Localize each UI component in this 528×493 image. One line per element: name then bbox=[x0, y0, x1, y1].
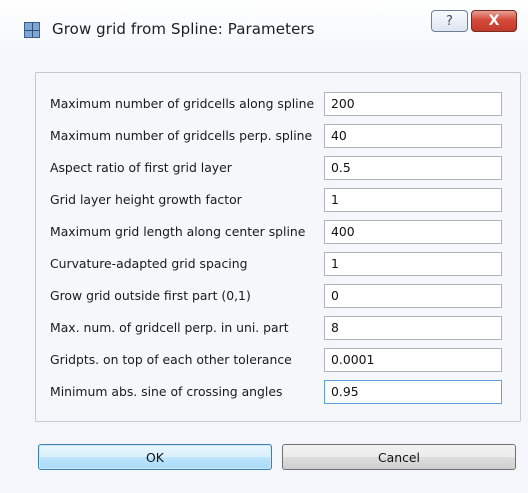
param-row: Grow grid outside first part (0,1) 0 bbox=[36, 283, 522, 311]
param-label: Curvature-adapted grid spacing bbox=[50, 256, 248, 271]
param-label: Aspect ratio of first grid layer bbox=[50, 160, 232, 175]
param-input[interactable]: 40 bbox=[324, 124, 502, 148]
param-label: Maximum number of gridcells along spline bbox=[50, 96, 315, 111]
param-label: Max. num. of gridcell perp. in uni. part bbox=[50, 320, 289, 335]
param-row: Gridpts. on top of each other tolerance … bbox=[36, 347, 522, 375]
param-row: Maximum number of gridcells perp. spline… bbox=[36, 123, 522, 151]
param-row: Grid layer height growth factor 1 bbox=[36, 187, 522, 215]
param-input[interactable]: 0.5 bbox=[324, 156, 502, 180]
param-input[interactable]: 200 bbox=[324, 92, 502, 116]
dialog-content: Maximum number of gridcells along spline… bbox=[12, 58, 521, 478]
cancel-button[interactable]: Cancel bbox=[282, 444, 516, 470]
dialog-window: Grow grid from Spline: Parameters ? X Ma… bbox=[0, 0, 528, 493]
ok-button[interactable]: OK bbox=[38, 444, 272, 470]
grid-app-icon bbox=[24, 22, 40, 38]
param-row: Maximum grid length along center spline … bbox=[36, 219, 522, 247]
param-row: Curvature-adapted grid spacing 1 bbox=[36, 251, 522, 279]
param-row: Maximum number of gridcells along spline… bbox=[36, 91, 522, 119]
param-label: Gridpts. on top of each other tolerance bbox=[50, 352, 292, 367]
param-input[interactable]: 400 bbox=[324, 220, 502, 244]
param-input[interactable]: 8 bbox=[324, 316, 502, 340]
param-input[interactable]: 0.0001 bbox=[324, 348, 502, 372]
param-label: Grid layer height growth factor bbox=[50, 192, 242, 207]
param-row: Max. num. of gridcell perp. in uni. part… bbox=[36, 315, 522, 343]
param-row: Aspect ratio of first grid layer 0.5 bbox=[36, 155, 522, 183]
help-button[interactable]: ? bbox=[431, 10, 468, 32]
param-input[interactable]: 0.95 bbox=[324, 380, 502, 404]
param-label: Minimum abs. sine of crossing angles bbox=[50, 384, 283, 399]
param-label: Maximum grid length along center spline bbox=[50, 224, 306, 239]
param-label: Maximum number of gridcells perp. spline bbox=[50, 128, 313, 143]
parameters-group: Maximum number of gridcells along spline… bbox=[35, 72, 521, 422]
window-title: Grow grid from Spline: Parameters bbox=[52, 20, 315, 38]
param-label: Grow grid outside first part (0,1) bbox=[50, 288, 251, 303]
param-input[interactable]: 1 bbox=[324, 188, 502, 212]
param-input[interactable]: 1 bbox=[324, 252, 502, 276]
close-button[interactable]: X bbox=[471, 10, 517, 32]
param-row: Minimum abs. sine of crossing angles 0.9… bbox=[36, 379, 522, 407]
title-bar[interactable]: Grow grid from Spline: Parameters ? X bbox=[0, 0, 528, 56]
param-input[interactable]: 0 bbox=[324, 284, 502, 308]
